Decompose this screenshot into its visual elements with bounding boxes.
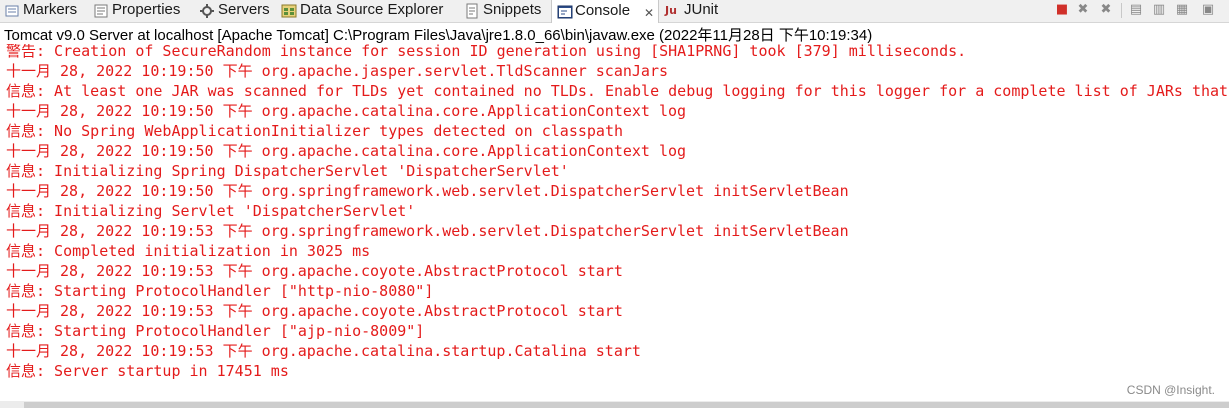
console-line: 十一月 28, 2022 10:19:50 下午 org.apache.cata… bbox=[6, 142, 687, 160]
console-process-title: Tomcat v9.0 Server at localhost [Apache … bbox=[4, 27, 873, 44]
console-line: 信息: Server startup in 17451 ms bbox=[6, 362, 289, 380]
tab-label: Console bbox=[575, 2, 631, 19]
console-line: 十一月 28, 2022 10:19:50 下午 org.springframe… bbox=[6, 182, 849, 200]
close-icon[interactable]: ✕ bbox=[644, 3, 654, 23]
console-icon bbox=[557, 4, 573, 20]
console-line: 信息: At least one JAR was scanned for TLD… bbox=[6, 82, 1229, 100]
view-tab-bar: Markers Properties Servers Data Source E… bbox=[0, 0, 1229, 23]
terminate-icon[interactable]: ■ bbox=[1054, 2, 1070, 18]
console-line: 警告: Creation of SecureRandom instance fo… bbox=[6, 44, 967, 60]
console-line: 十一月 28, 2022 10:19:50 下午 org.apache.jasp… bbox=[6, 62, 669, 80]
tab-console[interactable]: Console ✕ bbox=[551, 0, 659, 23]
console-line: 信息: Initializing Spring DispatcherServle… bbox=[6, 162, 569, 180]
markers-icon bbox=[4, 3, 20, 19]
console-line: 信息: No Spring WebApplicationInitializer … bbox=[6, 122, 623, 140]
word-wrap-icon[interactable]: ▥ bbox=[1151, 2, 1167, 18]
pin-console-icon[interactable]: ▦ bbox=[1174, 2, 1190, 18]
console-line: 十一月 28, 2022 10:19:50 下午 org.apache.cata… bbox=[6, 102, 687, 120]
tab-label: JUnit bbox=[684, 1, 719, 18]
console-line: 十一月 28, 2022 10:19:53 下午 org.apache.cata… bbox=[6, 342, 641, 360]
servers-icon bbox=[199, 3, 215, 19]
junit-icon: Ju bbox=[665, 4, 677, 17]
horizontal-scrollbar[interactable] bbox=[0, 401, 1229, 408]
scroll-lock-icon[interactable]: ▤ bbox=[1128, 2, 1144, 18]
console-line: 信息: Starting ProtocolHandler ["http-nio-… bbox=[6, 282, 434, 300]
console-line: 十一月 28, 2022 10:19:53 下午 org.springframe… bbox=[6, 222, 849, 240]
tab-label: Properties bbox=[112, 1, 181, 18]
watermark: CSDN @Insight. bbox=[1126, 383, 1215, 397]
console-line: 信息: Initializing Servlet 'DispatcherServ… bbox=[6, 202, 416, 220]
remove-launch-icon[interactable]: ✖ bbox=[1075, 2, 1091, 18]
display-console-icon[interactable]: ▣ bbox=[1200, 2, 1216, 18]
data-source-icon bbox=[281, 3, 297, 19]
console-line: 信息: Starting ProtocolHandler ["ajp-nio-8… bbox=[6, 322, 425, 340]
console-output[interactable]: 警告: Creation of SecureRandom instance fo… bbox=[0, 44, 1229, 400]
snippets-icon bbox=[464, 3, 480, 19]
tab-label: Markers bbox=[23, 1, 78, 18]
scrollbar-thumb[interactable] bbox=[24, 402, 1229, 408]
toolbar-separator bbox=[1121, 3, 1122, 18]
console-line: 十一月 28, 2022 10:19:53 下午 org.apache.coyo… bbox=[6, 302, 623, 320]
console-line: 信息: Completed initialization in 3025 ms bbox=[6, 242, 371, 260]
remove-all-icon[interactable]: ✖ bbox=[1098, 2, 1114, 18]
properties-icon bbox=[93, 3, 109, 19]
tab-label: Servers bbox=[218, 1, 270, 18]
tab-label: Data Source Explorer bbox=[300, 1, 444, 18]
console-line: 十一月 28, 2022 10:19:53 下午 org.apache.coyo… bbox=[6, 262, 623, 280]
tab-label: Snippets bbox=[483, 1, 542, 18]
